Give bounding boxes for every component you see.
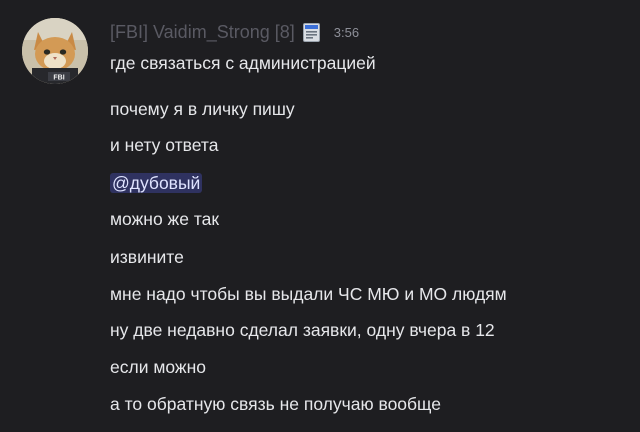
message-header: [FBI] Vaidim_Strong [8] 3:56 <box>110 20 359 44</box>
message-timestamp: 3:56 <box>333 24 360 40</box>
cat-avatar-icon: FBI <box>22 18 88 84</box>
message-line: и нету ответа <box>110 135 219 155</box>
message-line: @дубовый <box>110 171 203 195</box>
user-avatar[interactable]: FBI <box>22 18 88 84</box>
message-line: можно же так <box>110 209 220 229</box>
message-line: ну две недавно сделал заявки, одну вчера… <box>110 320 495 340</box>
message-line: почему я в личку пишу <box>110 99 295 119</box>
message-line: а то обратную связь не получаю вообще <box>110 394 441 414</box>
message-line: извините <box>110 247 184 267</box>
message-line: где связаться с администрацией <box>110 53 376 73</box>
author-name[interactable]: [FBI] Vaidim_Strong [8] <box>110 22 295 43</box>
message-group: FBI [FBI] Vaidim_Strong [8] 3:56 где свя… <box>0 0 640 432</box>
message-line: мне надо чтобы вы выдали ЧС МЮ и МО людя… <box>110 284 507 304</box>
avatar-badge-text: FBI <box>53 75 64 82</box>
message-line: если можно <box>110 357 207 377</box>
user-mention[interactable]: @дубовый <box>110 173 203 193</box>
fbi-badge-icon <box>302 22 320 42</box>
